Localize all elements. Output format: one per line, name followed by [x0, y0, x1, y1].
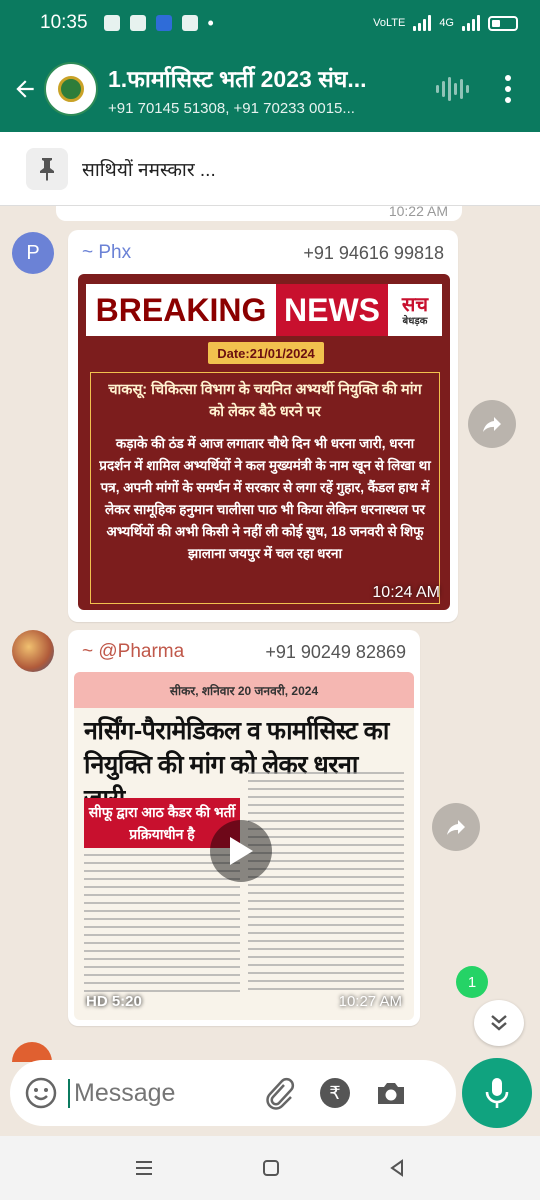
group-members: +91 70145 51308, +91 70233 0015... — [108, 99, 355, 117]
group-info[interactable]: 1.फार्मासिस्ट भर्ती 2023 संघ... +91 7014… — [108, 62, 408, 117]
forward-icon — [483, 417, 501, 432]
camera-button[interactable] — [374, 1076, 408, 1110]
sender-name[interactable]: ~ @Pharma — [82, 641, 184, 663]
status-right: VoLTE 4G — [373, 15, 518, 31]
chat-area[interactable]: 10:22 AM P ~ Phx +91 94616 99818 BREAKIN… — [0, 206, 540, 1056]
volte-label: VoLTE — [373, 17, 406, 29]
logo-sub: बेधड़क — [402, 315, 428, 327]
status-time: 10:35 — [40, 12, 88, 33]
payment-button[interactable]: ₹ — [320, 1078, 350, 1108]
unread-badge: 1 — [456, 966, 488, 998]
message-bubble[interactable]: ~ @Pharma +91 90249 82869 सीकर, शनिवार 2… — [68, 630, 420, 1026]
video-duration: 5:20 — [111, 993, 142, 1010]
newspaper-header: सीकर, शनिवार 20 जनवरी, 2024 — [74, 672, 414, 708]
battery-icon — [488, 15, 518, 31]
video-attachment[interactable]: सीकर, शनिवार 20 जनवरी, 2024 नर्सिंग-पैरा… — [74, 672, 414, 1020]
back-nav-icon[interactable] — [387, 1158, 407, 1178]
home-icon[interactable] — [261, 1158, 281, 1178]
signal-icon — [413, 15, 432, 31]
message-input[interactable] — [68, 1078, 248, 1108]
signal-icon-2 — [462, 15, 480, 31]
hd-label: HD — [86, 993, 108, 1010]
newspaper-column-left — [84, 854, 240, 1000]
sender-phone: +91 94616 99818 — [303, 242, 444, 263]
message-composer: ₹ — [10, 1060, 456, 1126]
sender-avatar[interactable] — [12, 630, 54, 672]
forward-button[interactable] — [468, 400, 516, 448]
arrow-left-icon — [16, 80, 34, 98]
overflow-menu-button[interactable] — [505, 75, 511, 103]
sender-name[interactable]: ~ Phx — [82, 242, 131, 264]
breaking-label: BREAKING — [86, 284, 276, 336]
previous-message-bubble[interactable]: 10:22 AM — [56, 206, 462, 221]
notification-icons: • — [103, 12, 214, 34]
attach-button[interactable] — [262, 1076, 296, 1110]
app-notification-icon — [181, 15, 198, 31]
logo-main: सच — [401, 293, 429, 316]
sender-row: ~ Phx +91 94616 99818 — [68, 230, 458, 266]
message-bubble[interactable]: ~ Phx +91 94616 99818 BREAKING NEWS सच ब… — [68, 230, 458, 622]
sender-phone: +91 90249 82869 — [265, 641, 406, 662]
recent-apps-icon[interactable] — [133, 1159, 155, 1177]
voice-message-button[interactable] — [462, 1058, 532, 1128]
message-time: 10:24 AM — [372, 584, 440, 601]
emoji-icon — [25, 1077, 57, 1109]
emoji-button[interactable] — [24, 1076, 58, 1110]
paperclip-icon — [266, 1077, 295, 1110]
back-button[interactable] — [8, 69, 42, 109]
message-time: 10:22 AM — [388, 206, 448, 219]
play-icon — [230, 837, 253, 865]
sender-row: ~ @Pharma +91 90249 82869 — [68, 630, 420, 666]
camera-icon — [378, 1083, 404, 1104]
app-notification-icon — [129, 15, 146, 31]
forward-button[interactable] — [432, 803, 480, 851]
voice-chat-icon[interactable] — [436, 77, 469, 101]
scroll-down-button[interactable] — [474, 1000, 524, 1046]
pin-icon — [26, 147, 68, 190]
news-label: NEWS — [276, 284, 388, 336]
image-attachment[interactable]: BREAKING NEWS सच बेधड़क Date:21/01/2024 … — [78, 274, 450, 610]
app-notification-icon — [103, 15, 120, 31]
play-button[interactable] — [210, 820, 272, 882]
news-text-box: चाकसू: चिकित्सा विभाग के चयनित अभ्यर्थी … — [90, 372, 440, 604]
newspaper-column-right — [248, 772, 404, 1002]
channel-logo: सच बेधड़क — [388, 284, 442, 336]
video-info: HD 5:20 — [86, 993, 142, 1010]
news-date: Date:21/01/2024 — [208, 342, 324, 364]
hotspot-icon — [155, 15, 172, 31]
message-time: 10:27 AM — [338, 993, 402, 1010]
group-title: 1.फार्मासिस्ट भर्ती 2023 संघ... — [108, 65, 367, 92]
network-gen-label: 4G — [439, 17, 454, 29]
pinned-text: साथियों नमस्कार ... — [82, 159, 216, 181]
pinned-message-bar[interactable]: साथियों नमस्कार ... — [0, 132, 540, 206]
news-body: कड़ाके की ठंड में आज लगातार चौथे दिन भी … — [99, 436, 431, 561]
group-avatar[interactable] — [44, 62, 98, 116]
forward-icon — [447, 820, 465, 835]
system-nav-bar — [0, 1136, 540, 1200]
news-headline: चाकसू: चिकित्सा विभाग के चयनित अभ्यर्थी … — [108, 382, 422, 420]
double-chevron-down-icon — [491, 1015, 507, 1031]
breaking-news-banner: BREAKING NEWS सच बेधड़क — [86, 284, 442, 336]
microphone-icon — [485, 1078, 509, 1108]
sender-avatar[interactable]: P — [12, 232, 54, 274]
more-dot-icon: • — [207, 12, 214, 33]
status-bar: 10:35 • VoLTE 4G — [0, 0, 540, 46]
chat-header: 1.फार्मासिस्ट भर्ती 2023 संघ... +91 7014… — [0, 46, 540, 132]
